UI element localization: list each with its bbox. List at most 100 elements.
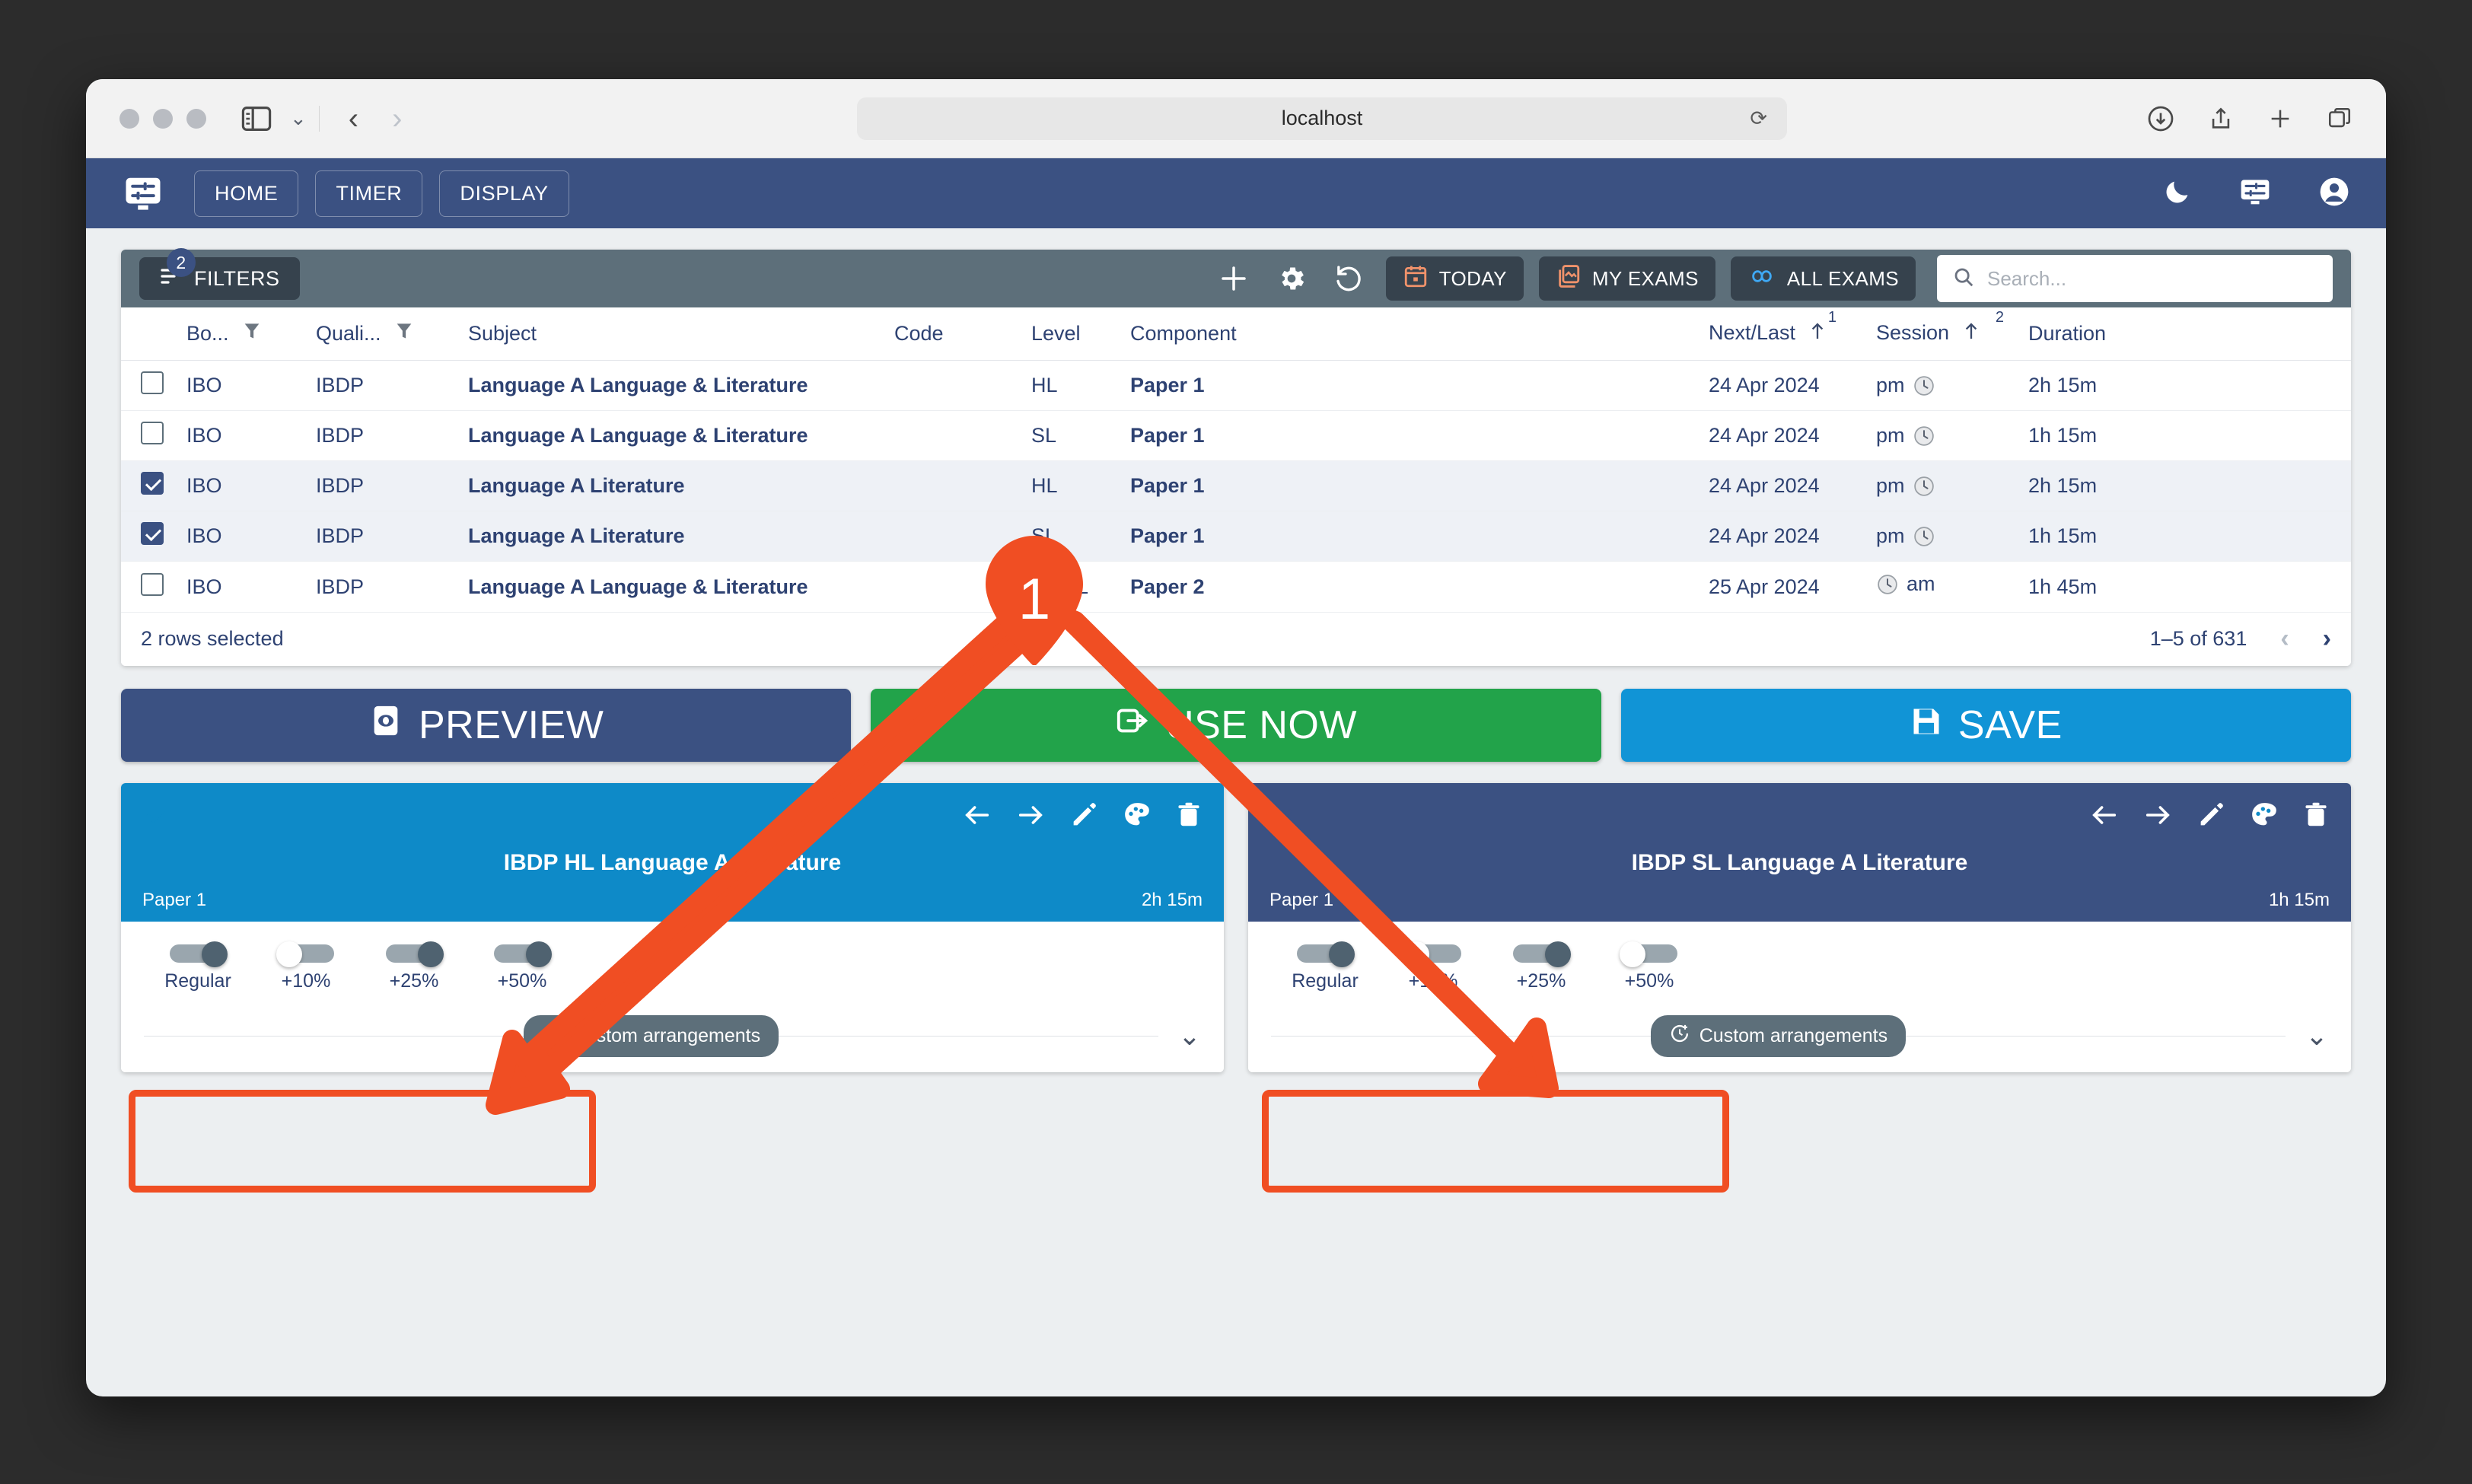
chevron-down-icon[interactable]: ⌄ [290, 107, 307, 130]
all-exams-chip[interactable]: ALL EXAMS [1730, 256, 1916, 301]
toggle-switch[interactable] [276, 941, 334, 967]
filters-label: FILTERS [194, 266, 280, 290]
row-checkbox-cell[interactable] [121, 511, 186, 562]
row-checkbox[interactable] [141, 371, 164, 395]
palette-icon[interactable] [1122, 800, 1152, 834]
next-page-button[interactable]: › [2323, 624, 2331, 654]
table-row[interactable]: IBOIBDPLanguage A Language & LiteratureH… [121, 360, 2351, 412]
download-icon[interactable] [2147, 105, 2174, 132]
share-icon[interactable] [2208, 105, 2234, 132]
arrow-left-icon[interactable] [2089, 800, 2120, 834]
row-checkbox[interactable] [141, 572, 164, 596]
prev-page-button[interactable]: ‹ [2280, 624, 2289, 654]
restore-icon[interactable] [1328, 257, 1371, 300]
col-session[interactable]: Session 2 [1876, 307, 2028, 361]
maximize-window-button[interactable] [186, 108, 206, 129]
sidebar-toggle-icon[interactable] [240, 105, 273, 132]
preview-button[interactable]: PREVIEW [121, 688, 852, 762]
step-marker-1: 1 [986, 536, 1083, 666]
col-code[interactable]: Code [894, 307, 1031, 361]
cell-level: SL [1031, 410, 1130, 462]
session-value: pm [1876, 474, 1905, 498]
row-checkbox-cell[interactable] [121, 460, 186, 512]
reload-icon[interactable]: ⟳ [1750, 107, 1767, 130]
trash-icon[interactable] [1175, 800, 1203, 834]
account-circle-icon[interactable] [2318, 175, 2351, 212]
toggle-switch[interactable] [386, 941, 444, 967]
trash-icon[interactable] [2302, 800, 2330, 834]
toggle-switch[interactable] [1513, 941, 1571, 967]
toggle-50[interactable]: +50% [1595, 941, 1703, 992]
preview-eye-icon [368, 702, 403, 748]
my-exams-chip[interactable]: MY EXAMS [1538, 256, 1715, 301]
forward-chevron-icon[interactable]: › [392, 103, 402, 134]
arrow-left-icon[interactable] [962, 800, 992, 834]
session-value: pm [1876, 524, 1905, 548]
display-settings-icon[interactable] [2238, 175, 2272, 212]
save-button[interactable]: SAVE [1620, 688, 2351, 762]
custom-arrangements-chip[interactable]: Custom arrangements [523, 1014, 779, 1057]
col-level[interactable]: Level [1031, 307, 1130, 361]
plus-icon[interactable] [2267, 106, 2293, 132]
row-checkbox-cell[interactable] [121, 561, 186, 613]
toggle-switch[interactable] [170, 941, 228, 967]
filter-funnel-icon[interactable] [396, 323, 413, 346]
row-checkbox-cell[interactable] [121, 360, 186, 412]
col-board[interactable]: Bo... [186, 307, 316, 361]
toggle-10[interactable]: +10% [252, 941, 360, 992]
toggle-regular[interactable]: Regular [1271, 941, 1379, 992]
col-next-last[interactable]: Next/Last 1 [1709, 307, 1876, 361]
toggle-switch[interactable] [1403, 941, 1461, 967]
card-duration: 2h 15m [1141, 889, 1203, 910]
window-controls[interactable] [119, 108, 206, 129]
col-select-all[interactable] [121, 307, 186, 361]
cell-session: pm [1876, 410, 2028, 462]
moon-icon[interactable] [2162, 177, 2193, 211]
row-checkbox[interactable] [141, 422, 164, 445]
table-row[interactable]: IBO IBDP Language A Language & Literature S… [121, 410, 2351, 462]
toggle-switch[interactable] [494, 941, 552, 967]
use-now-button[interactable]: USE NOW [871, 688, 1601, 762]
back-chevron-icon[interactable]: ‹ [349, 103, 358, 134]
toggle-25[interactable]: +25% [1487, 941, 1595, 992]
chevron-down-icon[interactable]: ⌄ [2305, 1020, 2328, 1052]
col-component[interactable]: Component [1130, 307, 1709, 361]
toggle-50[interactable]: +50% [468, 941, 576, 992]
toggle-switch[interactable] [1297, 941, 1355, 967]
filter-funnel-icon[interactable] [244, 323, 260, 346]
plus-icon[interactable] [1212, 257, 1255, 300]
table-row[interactable]: IBO IBDP Language A Literature SL Paper 1 24 … [121, 511, 2351, 562]
pencil-icon[interactable] [1069, 800, 1099, 834]
display-settings-icon[interactable] [121, 171, 165, 215]
nav-timer[interactable]: TIMER [315, 170, 423, 217]
toggle-regular[interactable]: Regular [144, 941, 252, 992]
toggle-10[interactable]: +10% [1379, 941, 1487, 992]
toggle-25[interactable]: +25% [360, 941, 468, 992]
search-box[interactable] [1937, 255, 2333, 302]
palette-icon[interactable] [2249, 800, 2279, 834]
search-input[interactable] [1987, 266, 2318, 291]
row-checkbox-cell[interactable] [121, 410, 186, 462]
pencil-icon[interactable] [2196, 800, 2226, 834]
custom-arrangements-chip[interactable]: Custom arrangements [1650, 1014, 1907, 1057]
address-bar[interactable]: localhost ⟳ [857, 97, 1787, 140]
arrow-right-icon[interactable] [2142, 800, 2173, 834]
toggle-switch[interactable] [1620, 941, 1677, 967]
close-window-button[interactable] [119, 108, 139, 129]
tab-overview-icon[interactable] [2327, 106, 2353, 132]
nav-display[interactable]: DISPLAY [439, 170, 569, 217]
minimize-window-button[interactable] [153, 108, 173, 129]
col-qualification[interactable]: Quali... [316, 307, 468, 361]
row-checkbox[interactable] [141, 472, 164, 495]
arrow-right-icon[interactable] [1015, 800, 1046, 834]
row-checkbox[interactable] [141, 522, 164, 546]
today-chip[interactable]: TODAY [1385, 256, 1524, 301]
filters-button[interactable]: 2 FILTERS [139, 248, 300, 300]
chevron-down-icon[interactable]: ⌄ [1178, 1020, 1201, 1052]
nav-home[interactable]: HOME [194, 170, 299, 217]
col-duration[interactable]: Duration [2028, 307, 2351, 361]
gear-icon[interactable] [1270, 257, 1313, 300]
table-row[interactable]: IBOIBDPLanguage A Language & LiteratureH… [121, 561, 2351, 613]
table-row[interactable]: IBO IBDP Language A Literature HL Paper 1 24 … [121, 460, 2351, 512]
col-subject[interactable]: Subject [468, 307, 894, 361]
